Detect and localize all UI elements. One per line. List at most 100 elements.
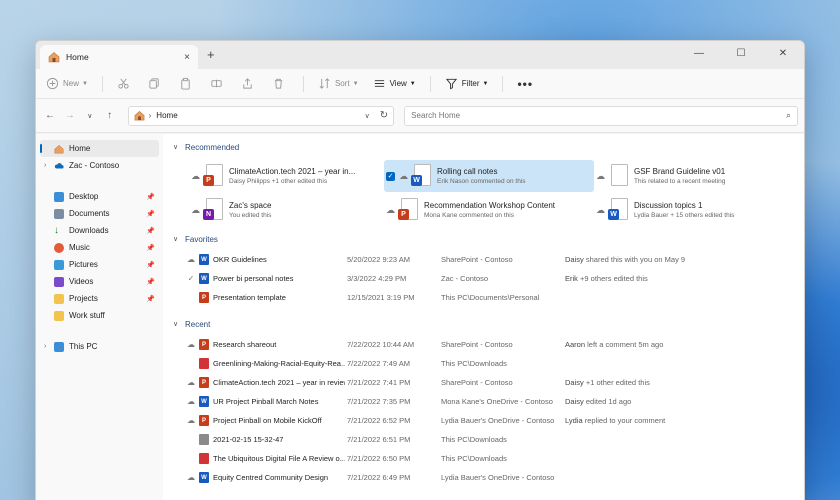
sidebar-item-label: This PC (69, 342, 98, 351)
file-activity: Daisy shared this with you on May 9 (565, 255, 685, 264)
recent-locations-chevron-icon[interactable]: ∨ (82, 112, 98, 120)
recommended-grid: ☁ P ClimateAction.tech 2021 – year in... Da… (173, 154, 804, 226)
activity-person: Daisy (565, 397, 584, 406)
file-location: SharePoint - Contoso (441, 255, 513, 264)
file-type-icon: W (199, 273, 209, 284)
recommended-item[interactable]: ☁ GSF Brand Guideline v01 This related to … (594, 160, 804, 192)
recommended-item[interactable]: ✓ ☁ W Rolling call notes Erik Nason commente… (384, 160, 594, 192)
synced-check-icon: ✓ (187, 274, 195, 283)
file-location: Zac - Contoso (441, 274, 489, 283)
search-icon[interactable]: ⌕ (786, 110, 791, 121)
more-options-button[interactable]: ••• (517, 77, 533, 91)
checkbox-checked-icon[interactable]: ✓ (386, 171, 395, 181)
sidebar-item-videos[interactable]: Videos 📌 (36, 273, 163, 290)
filter-button[interactable]: Filter ▼ (445, 77, 488, 90)
cloud-status-icon: ☁ (187, 416, 195, 425)
rename-button[interactable] (210, 77, 227, 90)
cloud-status-icon: ☁ (187, 473, 195, 482)
table-row[interactable]: P Presentation template 12/15/2021 3:19 PM… (183, 288, 804, 307)
file-name: Rolling call notes (437, 167, 498, 176)
sidebar-item-projects[interactable]: Projects 📌 (36, 290, 163, 307)
close-tab-icon[interactable]: × (184, 52, 190, 63)
new-tab-button[interactable]: + (207, 47, 215, 62)
table-row[interactable]: ☁ W Equity Centred Community Design 7/21/20… (183, 468, 804, 487)
address-bar[interactable]: › Home ∨ ↻ (127, 105, 395, 126)
file-location: SharePoint - Contoso (441, 340, 513, 349)
file-activity: Daisy edited 1d ago (565, 397, 631, 406)
delete-button[interactable] (272, 77, 289, 90)
file-type-icon: P (199, 415, 209, 426)
app-badge-icon: P (398, 209, 409, 220)
sidebar-item-work-stuff[interactable]: Work stuff (36, 307, 163, 324)
date-modified: 7/22/2022 7:49 AM (347, 359, 410, 368)
new-label: New (63, 79, 80, 88)
view-button[interactable]: View ▼ (373, 77, 416, 90)
section-title: Recent (185, 319, 211, 329)
forward-arrow-icon[interactable]: → (62, 110, 78, 121)
activity-text: +1 other edited this (585, 378, 650, 387)
refresh-icon[interactable]: ↻ (380, 110, 388, 121)
chevron-right-icon[interactable]: › (44, 343, 46, 350)
tab-home[interactable]: Home × (40, 45, 198, 69)
back-arrow-icon[interactable]: ← (42, 110, 58, 121)
file-name: Presentation template (213, 293, 286, 302)
section-header-favorites[interactable]: ∨ Favorites (173, 232, 804, 246)
search-input[interactable] (411, 111, 786, 120)
sidebar-item-this-pc[interactable]: › This PC (36, 338, 163, 355)
address-dropdown-icon[interactable]: ∨ (365, 112, 370, 120)
sidebar-item-music[interactable]: Music 📌 (36, 239, 163, 256)
new-button[interactable]: New ▼ (46, 77, 88, 90)
recommended-item[interactable]: ☁ W Discussion topics 1 Lydia Bauer + 15 ot… (594, 194, 804, 226)
search-box[interactable]: ⌕ (404, 105, 798, 126)
file-location: SharePoint - Contoso (441, 378, 513, 387)
sidebar-item-home[interactable]: Home (40, 140, 159, 157)
table-row[interactable]: ☁ P Project Pinball on Mobile KickOff 7/21/… (183, 411, 804, 430)
minimize-icon[interactable]: — (678, 41, 720, 65)
maximize-icon[interactable]: ☐ (720, 41, 762, 65)
share-button[interactable] (241, 77, 258, 90)
documents-icon (54, 208, 64, 219)
table-row[interactable]: 2021-02-15 15-32-47 7/21/2022 6:51 PM This… (183, 430, 804, 449)
file-name: Equity Centred Community Design (213, 473, 329, 482)
cut-button[interactable] (117, 77, 134, 90)
sidebar-item-pictures[interactable]: Pictures 📌 (36, 256, 163, 273)
sidebar-item-desktop[interactable]: Desktop 📌 (36, 188, 163, 205)
up-arrow-icon[interactable]: ↑ (102, 110, 118, 121)
table-row[interactable]: Greenlining-Making-Racial-Equity-Rea... 7… (183, 354, 804, 373)
file-activity: Mona Kane commented on this (424, 212, 514, 219)
table-row[interactable]: ☁ P Research shareout 7/22/2022 10:44 AM Sha… (183, 335, 804, 354)
sidebar-item-label: Videos (69, 277, 94, 286)
table-row[interactable]: ☁ W UR Project Pinball March Notes 7/21/202… (183, 392, 804, 411)
table-row[interactable]: The Ubiquitous Digital File A Review o..… (183, 449, 804, 468)
chevron-right-icon[interactable]: › (44, 162, 46, 169)
file-icon: W (608, 198, 628, 222)
sidebar-item-downloads[interactable]: ↓ Downloads 📌 (36, 222, 163, 239)
sidebar-item-documents[interactable]: Documents 📌 (36, 205, 163, 222)
breadcrumb[interactable]: Home (156, 111, 364, 120)
section-header-recent[interactable]: ∨ Recent (173, 317, 804, 331)
sidebar-item-label: Projects (69, 294, 98, 303)
table-row[interactable]: ☁ W OKR Guidelines 5/20/2022 9:23 AM SharePo… (183, 250, 804, 269)
section-header-recommended[interactable]: ∨ Recommended (173, 140, 804, 154)
cloud-status-icon: ☁ (187, 340, 195, 349)
table-row[interactable]: ☁ P ClimateAction.tech 2021 – year in revi… (183, 373, 804, 392)
chevron-down-icon: ▼ (409, 80, 416, 87)
pin-icon: 📌 (146, 261, 155, 269)
sidebar-item-zac-contoso[interactable]: › Zac - Contoso (36, 157, 163, 174)
filter-icon (445, 78, 457, 90)
recommended-item[interactable]: ☁ P ClimateAction.tech 2021 – year in... Da… (189, 160, 384, 192)
address-row: ← → ∨ ↑ › Home ∨ ↻ ⌕ (36, 99, 804, 133)
file-location: This PC\Downloads (441, 359, 507, 368)
recommended-item[interactable]: ☁ N Zac's space You edited this (189, 194, 384, 226)
table-row[interactable]: ✓ W Power bi personal notes 3/3/2022 4:29 P… (183, 269, 804, 288)
copy-button[interactable] (148, 77, 165, 90)
file-type-icon: P (199, 292, 209, 303)
clipboard-icon (181, 77, 190, 90)
sort-button[interactable]: Sort ▼ (318, 77, 359, 90)
paste-button[interactable] (179, 77, 196, 90)
file-name: Zac's space (229, 201, 272, 210)
close-window-icon[interactable]: ✕ (762, 41, 804, 65)
pin-icon: 📌 (146, 278, 155, 286)
plus-circle-icon (46, 77, 59, 90)
recommended-item[interactable]: ☁ P Recommendation Workshop Content Mona Ka… (384, 194, 594, 226)
